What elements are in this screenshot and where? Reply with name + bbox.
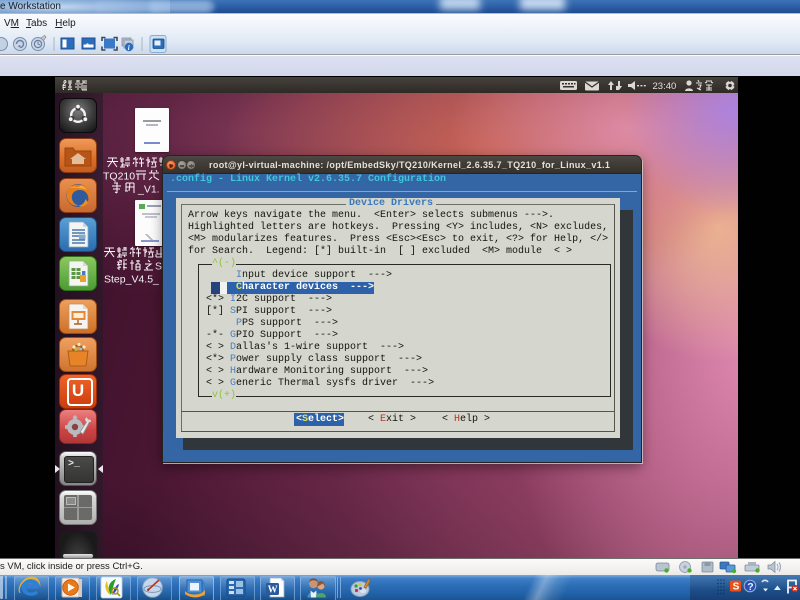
svg-text:?: ?	[747, 581, 753, 593]
svg-text:i: i	[128, 44, 130, 52]
svg-text:Step_V4.5_: Step_V4.5_	[104, 274, 159, 286]
svg-text:_V1.: _V1.	[137, 184, 160, 196]
svg-text:TQ210: TQ210	[103, 171, 135, 183]
svg-text:W: W	[268, 585, 278, 596]
svg-text:S: S	[733, 582, 740, 593]
svg-text:23:40: 23:40	[653, 81, 677, 92]
